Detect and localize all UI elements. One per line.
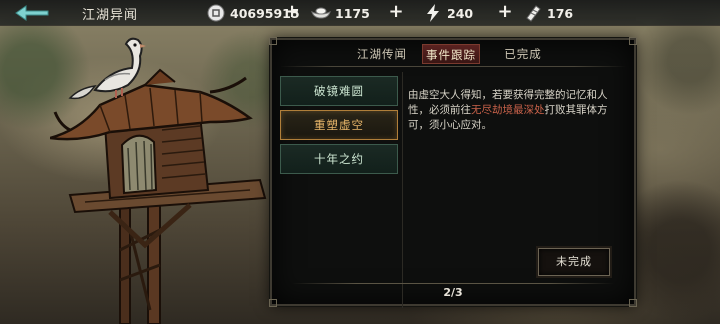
tab-rumors[interactable]: 江湖传闻 — [350, 44, 414, 64]
dove-birdhouse-illustration — [50, 37, 267, 324]
event-description: 由虚空大人得知，若要获得完整的记忆和人性，必须前往无尽劫境最深处打败其罪体方可，… — [408, 88, 618, 133]
back-button[interactable] — [12, 2, 56, 24]
event-item-1[interactable]: 破镜难圆 — [280, 76, 398, 106]
page-title: 江湖异闻 — [82, 8, 139, 23]
silver-ingot-icon — [311, 3, 331, 23]
event-item-3[interactable]: 十年之约 — [280, 144, 398, 174]
event-panel: 江湖传闻 事件跟踪 已完成 破镜难圆 重塑虚空 十年之约 由虚空大人得知，若要获… — [269, 37, 637, 308]
top-bar: 江湖异闻 40695915 + 1175 + 240 + 176 — [0, 0, 720, 26]
panel-corner — [629, 299, 637, 307]
silver-count: 1175 — [335, 5, 370, 21]
tab-divider — [280, 66, 626, 67]
pager-divider — [292, 283, 614, 284]
tab-event-tracking[interactable]: 事件跟踪 — [422, 44, 480, 64]
add-energy-button[interactable]: + — [496, 1, 514, 23]
coin-icon — [206, 3, 226, 23]
page-indicator: 2/3 — [443, 286, 463, 299]
energy-resource: 240 — [423, 3, 473, 23]
tab-bar: 江湖传闻 事件跟踪 已完成 — [272, 42, 634, 66]
add-coin-button[interactable]: + — [283, 1, 301, 23]
add-silver-button[interactable]: + — [387, 1, 405, 23]
event-item-2[interactable]: 重塑虚空 — [280, 110, 398, 140]
silver-resource: 1175 — [311, 3, 370, 23]
incomplete-status-button[interactable]: 未完成 — [538, 248, 610, 276]
energy-count: 240 — [447, 5, 474, 21]
column-divider — [402, 72, 403, 308]
event-list: 破镜难圆 重塑虚空 十年之约 — [278, 74, 398, 296]
panel-corner — [269, 299, 277, 307]
lightning-icon — [423, 3, 443, 23]
ticket-resource: 176 — [523, 3, 573, 23]
tab-completed[interactable]: 已完成 — [494, 44, 552, 64]
ticket-icon — [523, 3, 543, 23]
description-location-highlight: 无尽劫境最深处 — [471, 104, 545, 116]
back-arrow-icon — [15, 5, 49, 21]
ticket-count: 176 — [547, 5, 574, 21]
